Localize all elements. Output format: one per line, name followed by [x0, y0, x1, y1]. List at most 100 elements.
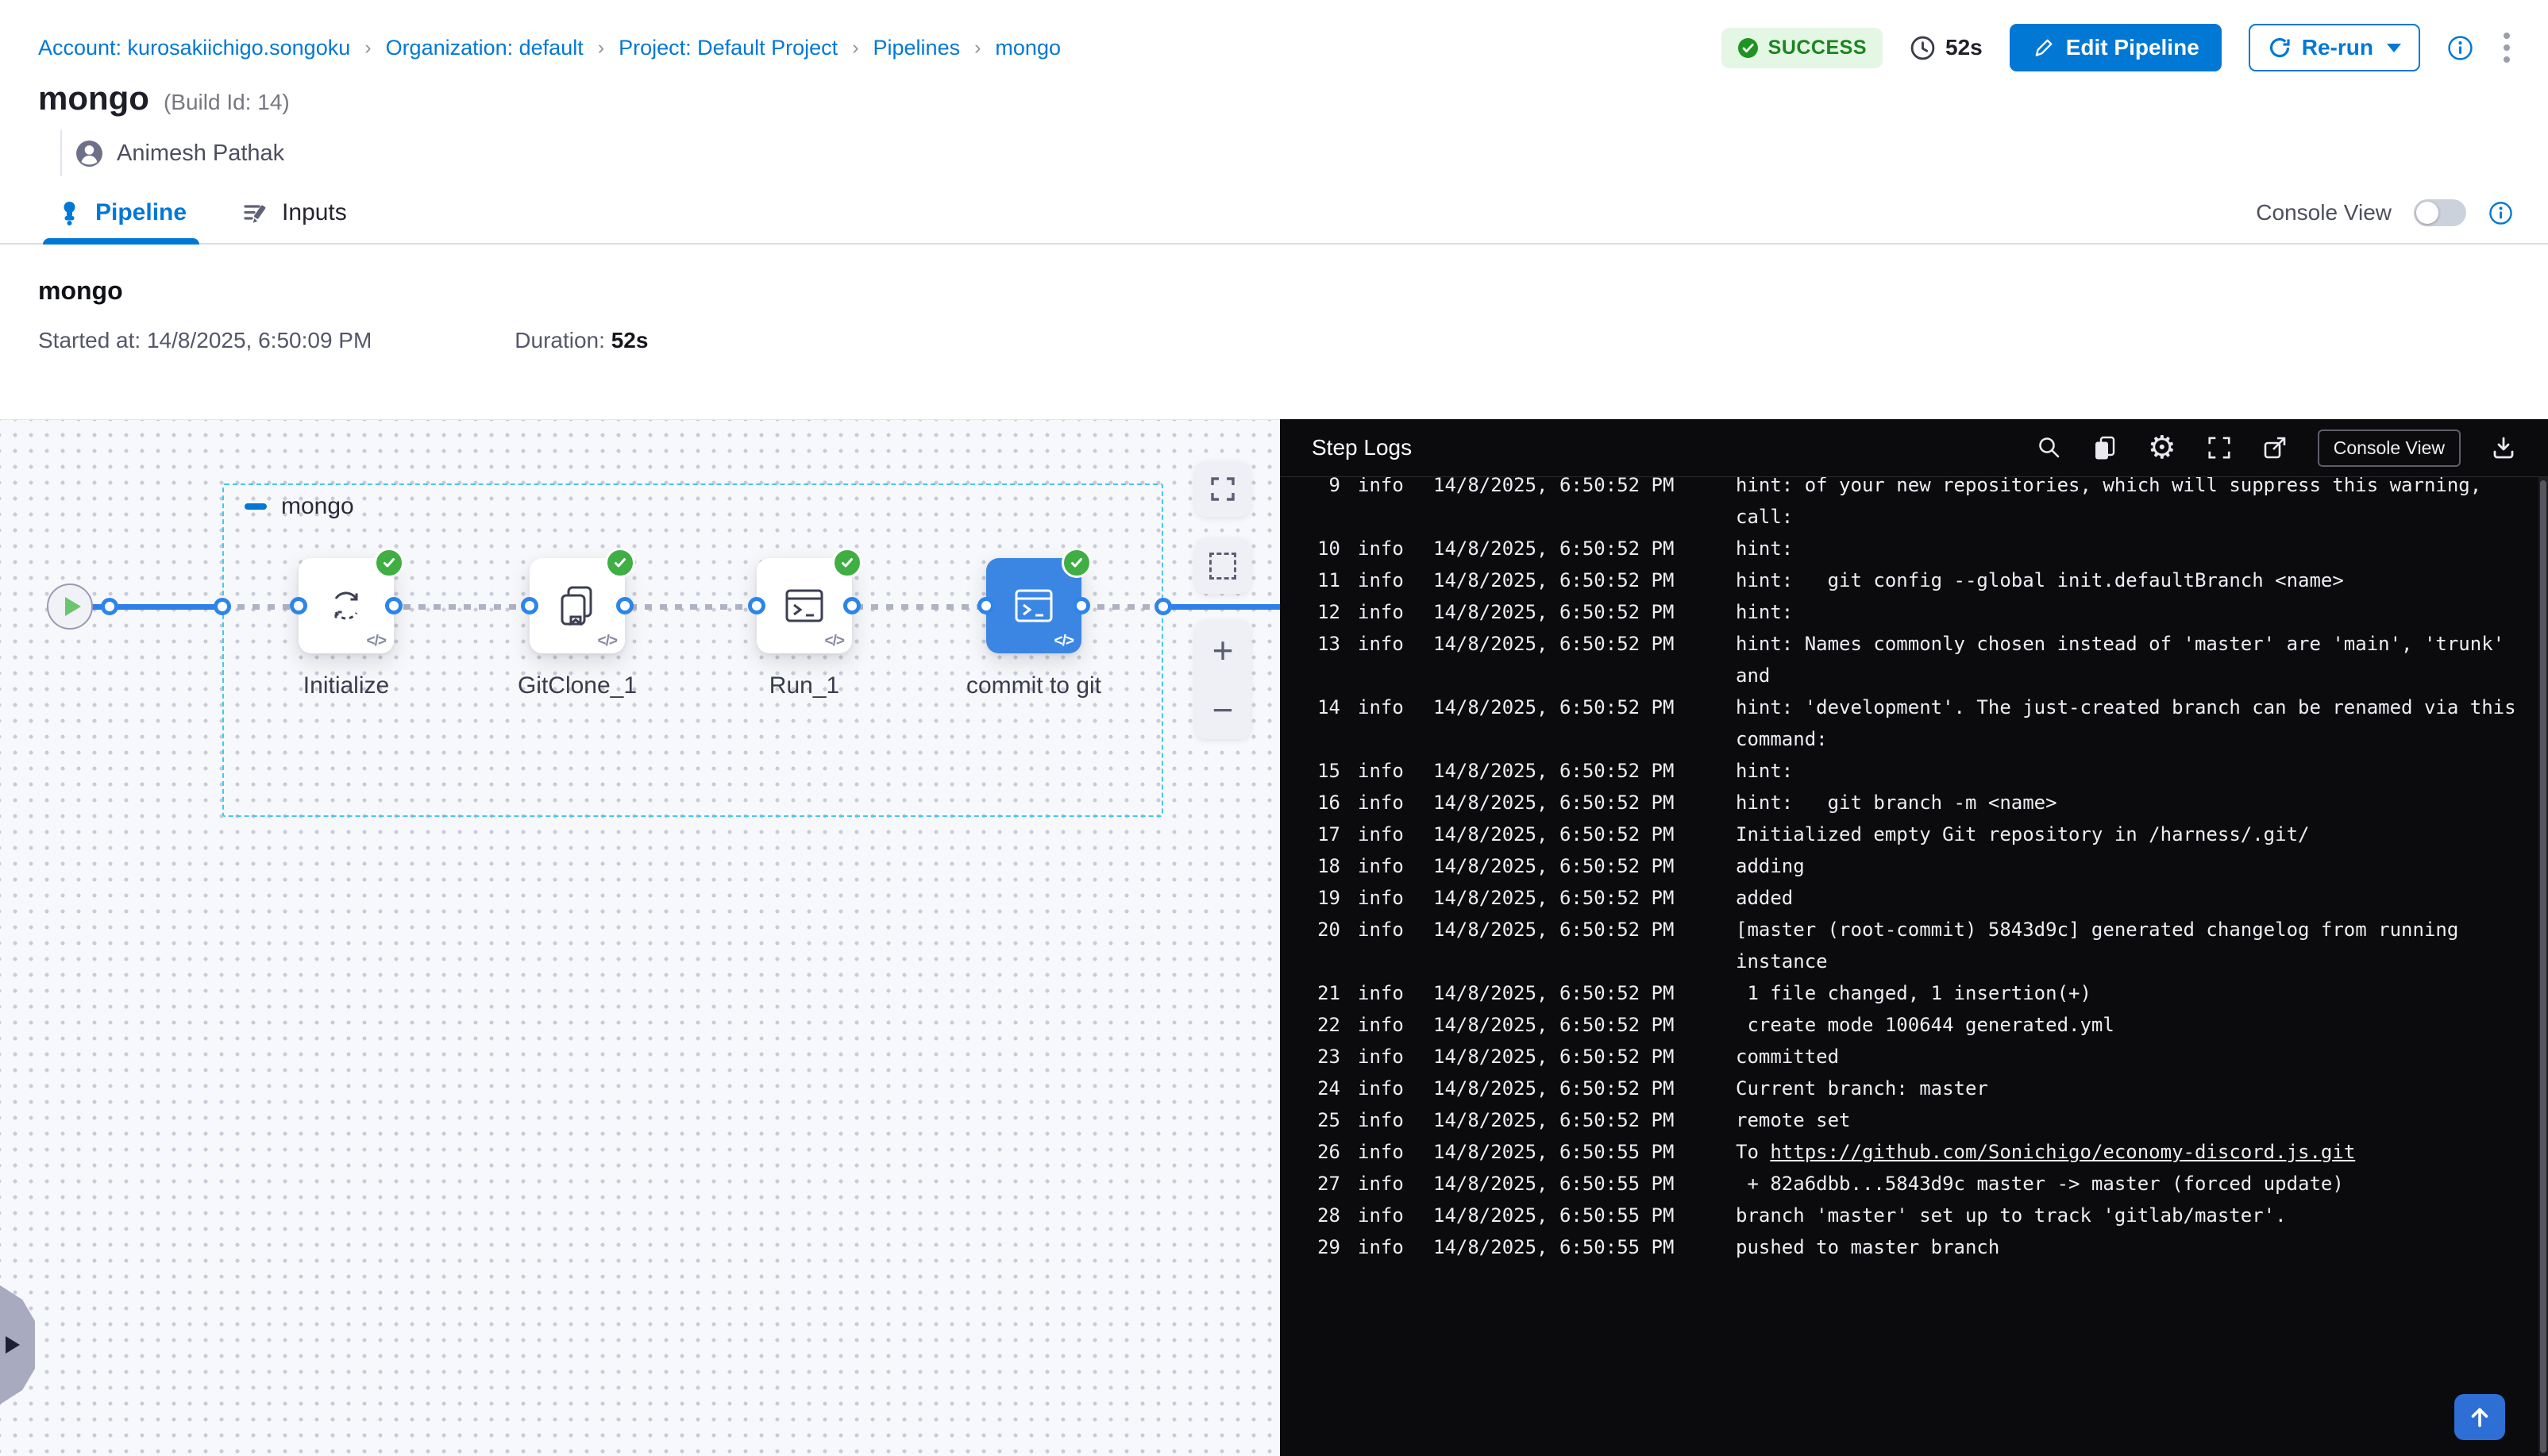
info-icon[interactable]	[2447, 35, 2473, 61]
log-line: 9info14/8/2025, 6:50:52 PMhint: of your …	[1280, 477, 2537, 533]
log-level: info	[1358, 755, 1404, 787]
edit-pipeline-label: Edit Pipeline	[2066, 35, 2199, 60]
more-options-menu-icon[interactable]	[2500, 29, 2513, 66]
breadcrumb: Account: kurosakiichigo.songoku › Organiza…	[38, 36, 1061, 60]
code-icon: </>	[598, 633, 617, 650]
status-badge: SUCCESS	[1721, 28, 1883, 68]
pipeline-canvas[interactable]: mongo </>Initialize </>GitClone_1 </>Run…	[0, 419, 1280, 1456]
pipeline-step-run_1[interactable]: </>Run_1	[757, 558, 852, 653]
console-view-toggle-area: Console View	[2256, 199, 2513, 226]
log-message: Initialized empty Git repository in /har…	[1736, 819, 2529, 850]
breadcrumb-separator-icon: ›	[364, 37, 371, 60]
edit-pipeline-button[interactable]: Edit Pipeline	[2010, 24, 2222, 71]
breadcrumb-separator-icon: ›	[598, 37, 604, 60]
log-timestamp: 14/8/2025, 6:50:52 PM	[1433, 850, 1676, 882]
duration-text: 52s	[1945, 35, 1983, 60]
breadcrumb-link[interactable]: Organization: default	[386, 36, 584, 60]
stage-label[interactable]: mongo	[281, 493, 354, 520]
log-level: info	[1358, 977, 1404, 1009]
avatar	[75, 139, 104, 168]
log-settings-icon[interactable]	[2148, 432, 2176, 464]
log-line: 20info14/8/2025, 6:50:52 PM[master (root…	[1280, 914, 2537, 977]
play-icon	[65, 597, 81, 616]
copy-logs-icon[interactable]	[2092, 435, 2118, 460]
sync-icon	[324, 584, 368, 628]
log-message: Current branch: master	[1736, 1073, 2529, 1104]
log-line-number: 15	[1313, 755, 1340, 787]
status-text: SUCCESS	[1768, 37, 1867, 60]
zoom-out-button[interactable]: −	[1195, 680, 1251, 739]
log-line: 24info14/8/2025, 6:50:52 PMCurrent branc…	[1280, 1073, 2537, 1104]
log-level: info	[1358, 787, 1404, 819]
log-message: remote set	[1736, 1104, 2529, 1136]
breadcrumb-link[interactable]: Pipelines	[873, 36, 961, 60]
rerun-button[interactable]: Re-run	[2249, 24, 2420, 71]
log-message: hint: of your new repositories, which wi…	[1736, 477, 2529, 533]
chevron-down-icon[interactable]	[2387, 44, 2401, 52]
log-line-number: 9	[1313, 477, 1340, 501]
log-level: info	[1358, 882, 1404, 914]
log-line: 17info14/8/2025, 6:50:52 PMInitialized e…	[1280, 819, 2537, 850]
log-line: 10info14/8/2025, 6:50:52 PMhint:	[1280, 533, 2537, 564]
log-line-number: 28	[1313, 1200, 1340, 1231]
port	[748, 597, 765, 614]
log-line: 15info14/8/2025, 6:50:52 PMhint:	[1280, 755, 2537, 787]
log-line-number: 17	[1313, 819, 1340, 850]
breadcrumb-link[interactable]: mongo	[995, 36, 1061, 60]
stage-duration: Duration: 52s	[515, 328, 648, 353]
scroll-to-top-button[interactable]	[2454, 1394, 2505, 1440]
breadcrumb-link[interactable]: Project: Default Project	[619, 36, 838, 60]
author-name: Animesh Pathak	[117, 141, 284, 167]
zoom-in-button[interactable]: +	[1195, 620, 1251, 680]
log-message: adding	[1736, 850, 2529, 882]
fit-view-button[interactable]	[1195, 461, 1251, 517]
pipeline-step-commit-to-git[interactable]: </>commit to git	[986, 558, 1081, 653]
pipeline-step-initialize[interactable]: </>Initialize	[299, 558, 394, 653]
pipeline-step-gitclone_1[interactable]: </>GitClone_1	[530, 558, 625, 653]
tab-pipeline[interactable]: Pipeline	[56, 183, 187, 243]
log-message: [master (root-commit) 5843d9c] generated…	[1736, 914, 2529, 977]
expand-logs-icon[interactable]	[2207, 435, 2232, 460]
log-level: info	[1358, 533, 1404, 564]
console-view-toggle[interactable]	[2414, 199, 2466, 226]
expand-panel-handle[interactable]	[0, 1285, 35, 1404]
log-message: pushed to master branch	[1736, 1231, 2529, 1263]
success-check-icon	[605, 548, 635, 578]
start-node[interactable]	[47, 584, 93, 630]
port	[101, 598, 118, 615]
log-line: 29info14/8/2025, 6:50:55 PMpushed to mas…	[1280, 1231, 2537, 1263]
rerun-icon	[2268, 36, 2292, 60]
code-icon: </>	[1054, 633, 1074, 650]
log-timestamp: 14/8/2025, 6:50:52 PM	[1433, 819, 1676, 850]
selection-mode-button[interactable]	[1195, 538, 1251, 594]
stage-info: mongo Started at: 14/8/2025, 6:50:09 PM …	[0, 245, 2548, 353]
started-at: Started at: 14/8/2025, 6:50:09 PM	[38, 328, 372, 353]
step-logs-panel: Step Logs Console View	[1280, 419, 2548, 1456]
info-icon[interactable]	[2488, 201, 2513, 225]
console-view-toggle-label: Console View	[2256, 200, 2392, 225]
log-line: 18info14/8/2025, 6:50:52 PMadding	[1280, 850, 2537, 882]
log-link[interactable]: https://github.com/Sonichigo/economy-dis…	[1770, 1141, 2355, 1163]
log-scrollbar[interactable]	[2538, 477, 2548, 1456]
code-icon: </>	[367, 633, 386, 650]
open-in-new-icon[interactable]	[2262, 435, 2288, 460]
search-logs-icon[interactable]	[2037, 435, 2062, 460]
log-line-number: 26	[1313, 1136, 1340, 1168]
collapse-stage-icon[interactable]	[245, 503, 267, 510]
log-line: 14info14/8/2025, 6:50:52 PMhint: 'develo…	[1280, 691, 2537, 755]
log-message: hint: 'development'. The just-created br…	[1736, 691, 2529, 755]
log-line: 21info14/8/2025, 6:50:52 PM 1 file chang…	[1280, 977, 2537, 1009]
code-icon: </>	[825, 633, 844, 650]
log-line: 11info14/8/2025, 6:50:52 PMhint: git con…	[1280, 564, 2537, 596]
log-output: 9 info 14/8/2025, 6:50:52 PM hint: of your …	[1280, 477, 2537, 1456]
log-message: To https://github.com/Sonichigo/economy-…	[1736, 1136, 2529, 1168]
download-logs-icon[interactable]	[2491, 435, 2516, 460]
port	[1073, 597, 1090, 614]
port	[843, 597, 861, 614]
log-timestamp: 14/8/2025, 6:50:52 PM	[1433, 477, 1676, 501]
port	[977, 597, 995, 614]
breadcrumb-link[interactable]: Account: kurosakiichigo.songoku	[38, 36, 350, 60]
log-line-number: 12	[1313, 596, 1340, 628]
console-view-button[interactable]: Console View	[2318, 429, 2461, 467]
tab-inputs[interactable]: Inputs	[242, 183, 347, 243]
